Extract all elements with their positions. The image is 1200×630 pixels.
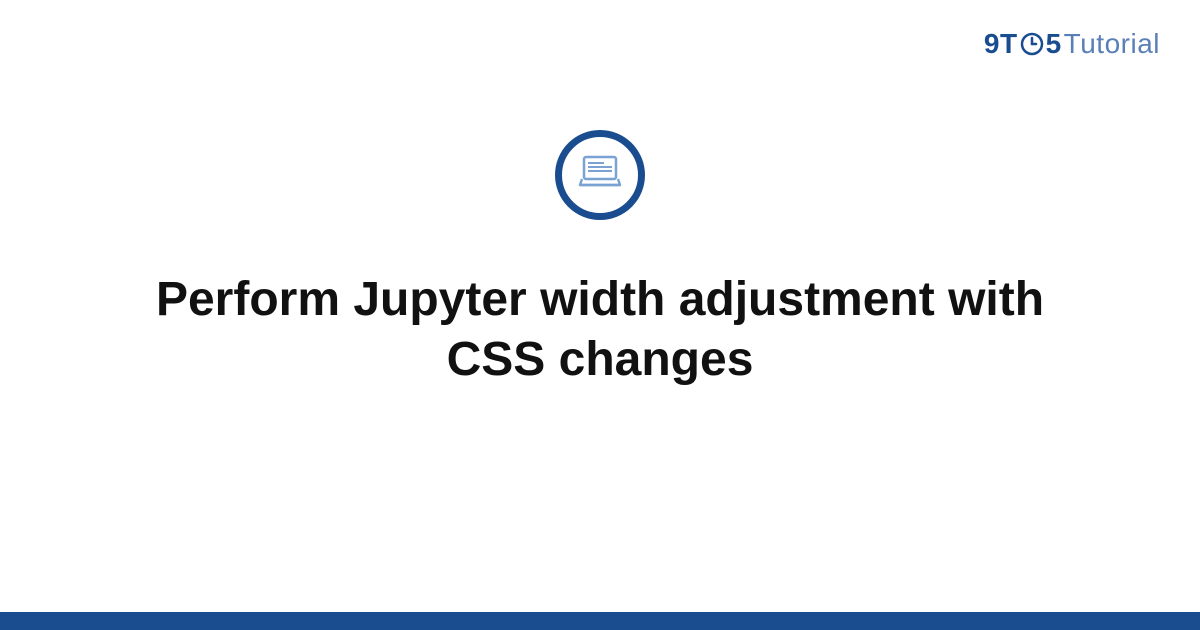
bottom-accent-bar — [0, 612, 1200, 630]
clock-icon — [1020, 32, 1044, 56]
page-title: Perform Jupyter width adjustment with CS… — [100, 270, 1100, 390]
hero-icon-circle — [555, 130, 645, 220]
logo-text-9t: 9T — [984, 28, 1018, 60]
logo-text-5: 5 — [1046, 28, 1062, 60]
laptop-icon — [574, 147, 626, 204]
main-content: Perform Jupyter width adjustment with CS… — [0, 130, 1200, 390]
site-logo: 9T 5 Tutorial — [984, 28, 1160, 60]
logo-text-tutorial: Tutorial — [1064, 28, 1160, 60]
